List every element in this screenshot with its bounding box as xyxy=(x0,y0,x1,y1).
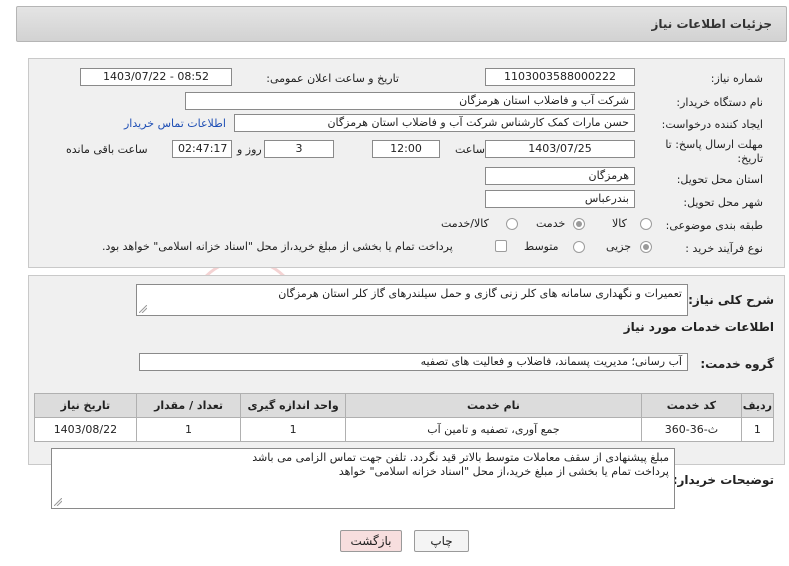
cell-unit: 1 xyxy=(240,417,346,442)
cell-quantity: 1 xyxy=(135,417,242,442)
process-option-minor: جزیی xyxy=(606,240,632,253)
service-group-label: گروه خدمت: xyxy=(700,357,774,371)
services-table: ردیف کد خدمت نام خدمت واحد اندازه گیری ت… xyxy=(34,393,775,442)
need-summary-text: تعمیرات و نگهداری سامانه های کلر زنی گاز… xyxy=(278,287,682,300)
announce-date-field[interactable]: 1403/07/22 - 08:52 xyxy=(80,68,232,86)
deadline-label: مهلت ارسال پاسخ: تا xyxy=(665,138,763,151)
col-header-need-date: تاریخ نیاز xyxy=(34,393,137,418)
buyer-org-label: نام دستگاه خریدار: xyxy=(676,96,763,109)
category-radio-goods-service[interactable] xyxy=(506,218,518,230)
category-option-goods-service: کالا/خدمت xyxy=(441,217,489,230)
need-number-field[interactable]: 1103003588000222 xyxy=(485,68,635,86)
creator-field[interactable]: حسن مارات کمک کارشناس شرکت آب و فاضلاب ا… xyxy=(234,114,635,132)
page-header: جزئیات اطلاعات نیاز xyxy=(16,6,787,42)
cell-name: جمع آوری، تصفیه و تامین آب xyxy=(344,417,643,442)
cell-row: 1 xyxy=(740,417,775,442)
need-info-panel xyxy=(28,58,785,268)
category-label: طبقه بندی موضوعی: xyxy=(665,219,763,232)
need-number-label: شماره نیاز: xyxy=(710,72,763,85)
process-radio-minor[interactable] xyxy=(640,241,652,253)
process-type-label: نوع فرآیند خرید : xyxy=(685,242,763,255)
table-row[interactable]: 1 ث-36-360 جمع آوری، تصفیه و تامین آب 1 … xyxy=(34,417,775,442)
cell-code: ث-36-360 xyxy=(641,417,742,442)
cell-need-date: 1403/08/22 xyxy=(34,417,137,442)
category-option-goods: کالا xyxy=(612,217,627,230)
col-header-unit: واحد اندازه گیری xyxy=(240,393,346,418)
services-section-title: اطلاعات خدمات مورد نیاز xyxy=(623,320,774,334)
buyer-notes-line-2: پرداخت تمام یا بخشی از مبلغ خرید،از محل … xyxy=(338,465,669,478)
process-radio-medium[interactable] xyxy=(573,241,585,253)
province-field[interactable]: هرمزگان xyxy=(485,167,635,185)
announce-date-label: تاریخ و ساعت اعلان عمومی: xyxy=(266,72,399,85)
deadline-time-label: ساعت xyxy=(455,143,485,156)
days-remaining-field[interactable]: 3 xyxy=(264,140,334,158)
resize-grip-icon[interactable] xyxy=(139,305,147,313)
buyer-notes-label: توضیحات خریدار: xyxy=(672,473,774,487)
treasury-payment-checkbox[interactable] xyxy=(495,240,507,252)
province-label: استان محل تحویل: xyxy=(676,173,763,186)
buyer-contact-link[interactable]: اطلاعات تماس خریدار xyxy=(124,117,226,130)
deadline-label-date: تاریخ: xyxy=(737,152,763,165)
category-radio-service[interactable] xyxy=(573,218,585,230)
need-summary-label: شرح کلی نیاز: xyxy=(688,293,774,307)
col-header-quantity: تعداد / مقدار xyxy=(135,393,242,418)
resize-grip-icon[interactable] xyxy=(54,498,62,506)
creator-label: ایجاد کننده درخواست: xyxy=(661,118,763,131)
services-table-header: ردیف کد خدمت نام خدمت واحد اندازه گیری ت… xyxy=(34,393,775,418)
col-header-code: کد خدمت xyxy=(641,393,742,418)
category-radio-goods[interactable] xyxy=(640,218,652,230)
page-title: جزئیات اطلاعات نیاز xyxy=(651,17,772,31)
buyer-notes-textarea[interactable]: مبلغ پیشنهادی از سقف معاملات متوسط بالات… xyxy=(51,448,675,509)
back-button[interactable]: بازگشت xyxy=(340,530,402,552)
buyer-notes-line-1: مبلغ پیشنهادی از سقف معاملات متوسط بالات… xyxy=(252,451,669,464)
time-remaining-field[interactable]: 02:47:17 xyxy=(172,140,232,158)
service-group-field[interactable]: آب رسانی؛ مدیریت پسماند، فاضلاب و فعالیت… xyxy=(139,353,688,371)
days-label: روز و xyxy=(237,143,262,156)
time-remaining-label: ساعت باقی مانده xyxy=(66,143,148,156)
city-field[interactable]: بندرعباس xyxy=(485,190,635,208)
print-button[interactable]: چاپ xyxy=(414,530,469,552)
deadline-date-field[interactable]: 1403/07/25 xyxy=(485,140,635,158)
buyer-org-field[interactable]: شرکت آب و فاضلاب استان هرمزگان xyxy=(185,92,635,110)
city-label: شهر محل تحویل: xyxy=(683,196,763,209)
deadline-time-field[interactable]: 12:00 xyxy=(372,140,440,158)
col-header-name: نام خدمت xyxy=(344,393,643,418)
category-option-service: خدمت xyxy=(536,217,566,230)
treasury-payment-note: پرداخت تمام یا بخشی از مبلغ خرید،از محل … xyxy=(102,240,453,253)
col-header-row: ردیف xyxy=(740,393,775,418)
need-summary-textarea[interactable]: تعمیرات و نگهداری سامانه های کلر زنی گاز… xyxy=(136,284,688,316)
process-option-medium: متوسط xyxy=(524,240,559,253)
